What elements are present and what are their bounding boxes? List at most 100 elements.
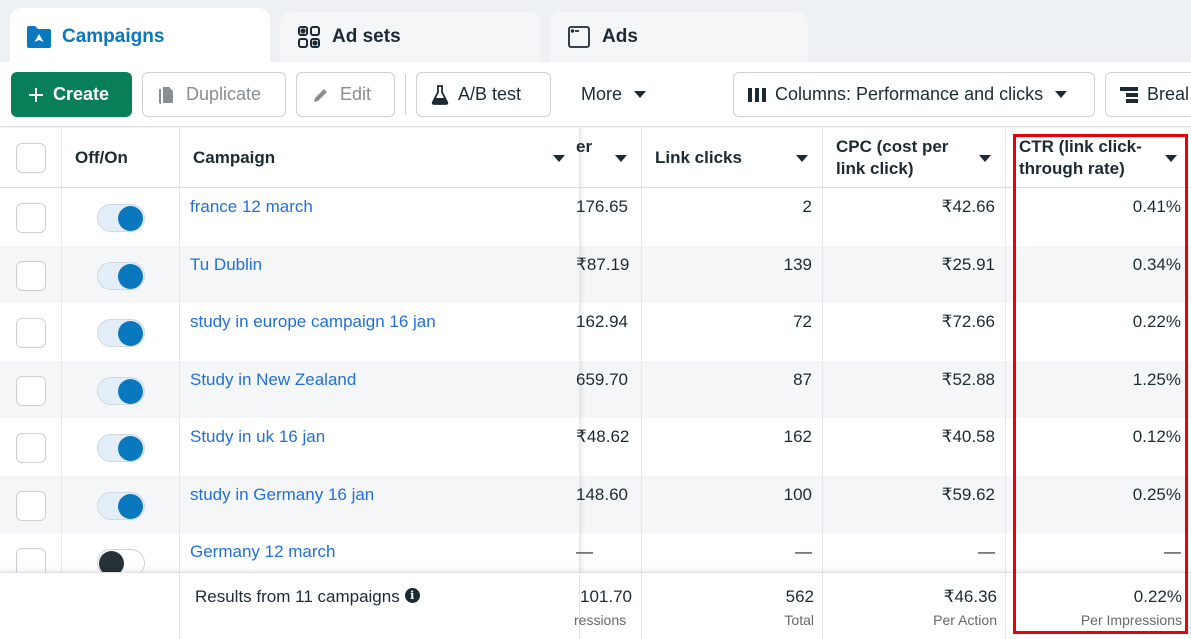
breakdown-dropdown[interactable]: Breal xyxy=(1105,72,1191,117)
toggle-cell xyxy=(62,418,180,475)
tab-ads[interactable]: Ads xyxy=(550,12,808,68)
campaign-name-link[interactable]: Study in uk 16 jan xyxy=(190,427,325,447)
campaign-name-link[interactable]: study in europe campaign 16 jan xyxy=(190,312,436,332)
select-all-checkbox[interactable] xyxy=(16,143,46,173)
row-checkbox[interactable] xyxy=(16,375,46,406)
row-checkbox[interactable] xyxy=(16,260,46,291)
campaign-name-link[interactable]: study in Germany 16 jan xyxy=(190,485,374,505)
more-dropdown[interactable]: More xyxy=(566,72,666,117)
sort-caret-icon[interactable] xyxy=(615,155,627,162)
campaign-toggle[interactable] xyxy=(97,491,145,520)
pencil-icon xyxy=(311,85,331,105)
campaigns-table: Off/On Campaign er Link clicks CPC (cost… xyxy=(0,128,1191,639)
cpc-cell: ₹25.91 xyxy=(823,245,1006,303)
partial-value: 148.60 xyxy=(576,484,628,504)
campaign-toggle[interactable] xyxy=(97,376,145,405)
header-label: Campaign xyxy=(193,148,276,167)
row-checkbox[interactable] xyxy=(16,203,46,233)
header-label-line1: CTR (link click- xyxy=(1019,137,1142,156)
info-icon[interactable]: i xyxy=(404,587,420,603)
columns-dropdown[interactable]: Columns: Performance and clicks xyxy=(733,72,1095,117)
sort-caret-icon[interactable] xyxy=(796,155,808,162)
partial-value: ₹87.19 xyxy=(576,254,630,274)
duplicate-button[interactable]: Duplicate xyxy=(142,72,286,117)
header-campaign[interactable]: Campaign xyxy=(180,128,580,187)
header-ctr[interactable]: CTR (link click-through rate) xyxy=(1006,128,1191,187)
edit-label: Edit xyxy=(340,84,372,104)
cpc-value: ₹59.62 xyxy=(941,484,995,504)
cpc-value: — xyxy=(978,542,995,561)
toolbar: Create Duplicate Edit A/B test More Colu… xyxy=(0,62,1191,127)
caret-down-icon xyxy=(634,91,647,98)
toggle-cell xyxy=(62,245,180,303)
link-clicks-value: 2 xyxy=(802,197,812,216)
campaign-toggle[interactable] xyxy=(97,204,145,232)
campaign-toggle[interactable] xyxy=(97,434,145,462)
select-cell xyxy=(0,303,62,360)
link-clicks-value: 72 xyxy=(793,312,812,331)
partial-cell: 162.94 xyxy=(576,303,642,360)
campaign-name-link[interactable]: Study in New Zealand xyxy=(190,370,356,390)
edit-button[interactable]: Edit xyxy=(296,72,395,117)
breakdown-label: Breal xyxy=(1147,84,1190,104)
header-link-clicks[interactable]: Link clicks xyxy=(642,128,823,187)
ctr-value: 0.22% xyxy=(1132,312,1181,331)
footer-sub: Per Impressions xyxy=(1080,612,1182,628)
tab-campaigns[interactable]: Campaigns xyxy=(10,8,270,68)
header-label: er xyxy=(576,137,593,156)
partial-value: ₹48.62 xyxy=(576,427,630,446)
more-label: More xyxy=(581,84,623,104)
campaign-name-link[interactable]: Germany 12 march xyxy=(190,542,336,562)
toggle-knob xyxy=(118,436,143,461)
table-row[interactable]: Study in New Zealand 659.70 87 ₹52.88 1.25% xyxy=(0,360,1191,418)
footer-sub: Total xyxy=(784,612,814,628)
footer-ctr: 0.22% Per Impressions xyxy=(1006,573,1191,639)
create-button[interactable]: Create xyxy=(11,72,132,117)
campaign-toggle[interactable] xyxy=(97,319,145,347)
row-checkbox[interactable] xyxy=(16,490,46,521)
sort-caret-icon[interactable] xyxy=(979,155,991,162)
table-row[interactable]: Study in uk 16 jan ₹48.62 162 ₹40.58 0.12% xyxy=(0,418,1191,475)
grid-icon xyxy=(296,24,322,50)
sort-caret-icon[interactable] xyxy=(553,155,565,162)
row-checkbox[interactable] xyxy=(16,433,46,463)
results-summary: Results from 11 campaigns i xyxy=(195,587,420,607)
partial-cell: 148.60 xyxy=(576,475,642,533)
table-row[interactable]: france 12 march 176.65 2 ₹42.66 0.41% xyxy=(0,188,1191,245)
cpc-value: ₹25.91 xyxy=(941,254,995,274)
partial-value: 659.70 xyxy=(576,369,628,389)
ab-test-button[interactable]: A/B test xyxy=(416,72,551,117)
campaign-cell: Study in uk 16 jan xyxy=(180,418,580,475)
footer-empty xyxy=(0,573,62,639)
ctr-cell: 0.22% xyxy=(1006,303,1191,360)
header-partial-column[interactable]: er xyxy=(576,128,642,187)
campaign-cell: study in europe campaign 16 jan xyxy=(180,303,580,360)
flask-icon xyxy=(431,84,449,105)
tab-ad-sets[interactable]: Ad sets xyxy=(280,12,540,68)
table-row[interactable]: Tu Dublin ₹87.19 139 ₹25.91 0.34% xyxy=(0,245,1191,303)
cpc-cell: ₹40.58 xyxy=(823,418,1006,475)
campaign-name-link[interactable]: Tu Dublin xyxy=(190,255,262,275)
partial-cell: 659.70 xyxy=(576,360,642,418)
toggle-cell xyxy=(62,303,180,360)
campaign-toggle[interactable] xyxy=(97,261,145,290)
campaign-cell: study in Germany 16 jan xyxy=(180,475,580,533)
partial-value: 162.94 xyxy=(576,312,628,331)
ads-manager: Campaigns Ad sets Ads Create Duplicate E… xyxy=(0,0,1191,639)
partial-value: — xyxy=(576,542,593,561)
link-clicks-cell: 162 xyxy=(642,418,823,475)
campaign-name-link[interactable]: france 12 march xyxy=(190,197,313,217)
table-row[interactable]: study in Germany 16 jan 148.60 100 ₹59.62 0.… xyxy=(0,475,1191,533)
toggle-knob xyxy=(118,378,143,404)
table-row[interactable]: study in europe campaign 16 jan 162.94 72 ₹… xyxy=(0,303,1191,360)
header-cpc[interactable]: CPC (cost per link click) xyxy=(823,128,1006,187)
sort-caret-icon[interactable] xyxy=(1165,155,1177,162)
link-clicks-value: 100 xyxy=(783,484,812,504)
select-cell xyxy=(0,360,62,418)
header-label-line2: link click) xyxy=(836,159,914,178)
ctr-cell: 0.25% xyxy=(1006,476,1191,533)
table-footer: Results from 11 campaigns i 101.70 ressi… xyxy=(0,572,1191,639)
row-checkbox[interactable] xyxy=(16,318,46,348)
footer-empty xyxy=(62,573,180,639)
ctr-cell: 0.41% xyxy=(1006,188,1191,245)
